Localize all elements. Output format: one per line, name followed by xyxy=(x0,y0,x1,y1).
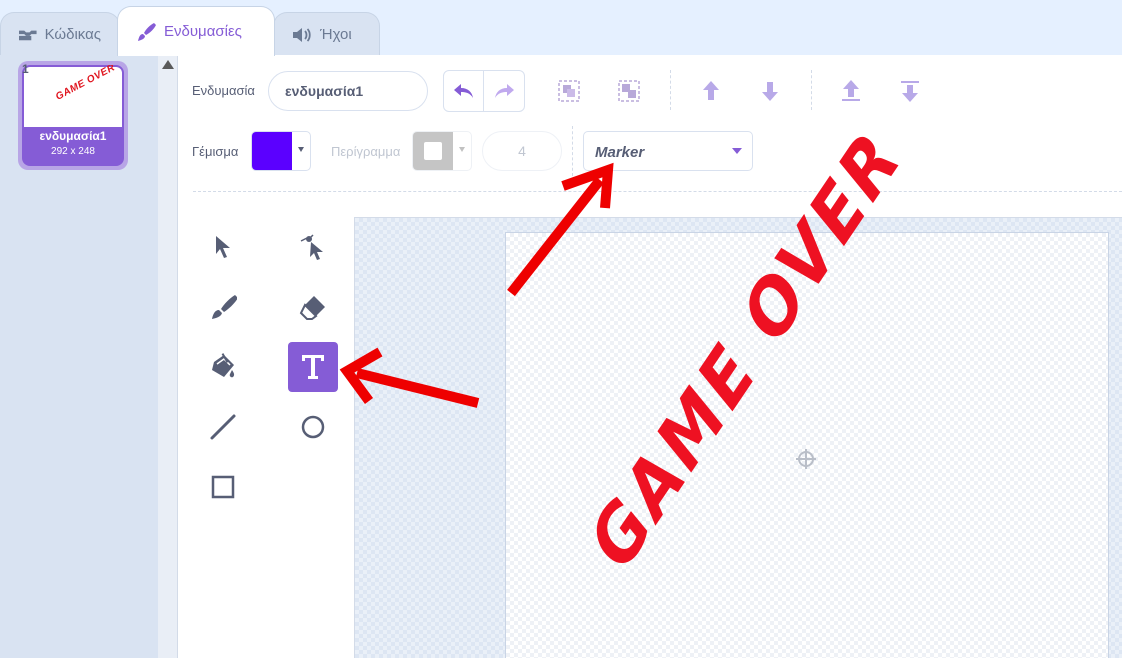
group-button[interactable] xyxy=(554,76,584,106)
outline-caret-icon xyxy=(459,147,465,152)
center-crosshair-icon xyxy=(796,449,816,469)
tab-code-label: Κώδικας xyxy=(44,26,101,43)
costume-thumbnail-text: GAME OVER xyxy=(54,65,118,103)
front-button[interactable] xyxy=(836,76,866,106)
backward-button[interactable] xyxy=(755,76,785,106)
redo-icon xyxy=(495,84,514,98)
costume-item-name: ενδυμασία1 xyxy=(39,129,107,143)
scroll-up-arrow-icon[interactable] xyxy=(162,60,174,69)
tool-line[interactable] xyxy=(198,402,248,452)
reshape-icon xyxy=(300,234,323,260)
costume-item-index: 1 xyxy=(22,62,29,76)
select-arrow-icon xyxy=(216,236,230,258)
circle-icon xyxy=(301,415,325,439)
fill-label: Γέμισμα xyxy=(192,144,239,159)
costume-name-label: Ενδυμασία xyxy=(192,83,255,98)
undo-redo-group xyxy=(443,70,525,112)
costume-name-input[interactable]: ενδυμασία1 xyxy=(268,71,428,111)
undo-icon xyxy=(453,84,473,98)
sidebar-scrollbar[interactable] xyxy=(158,55,178,658)
brush-icon xyxy=(212,295,237,319)
group-icon xyxy=(558,80,580,102)
back-button[interactable] xyxy=(895,76,925,106)
tool-select[interactable] xyxy=(198,222,248,272)
costume-item[interactable]: GAME OVER ενδυμασία1 292 x 248 1 xyxy=(18,61,128,170)
rectangle-icon xyxy=(211,475,235,499)
tool-brush[interactable] xyxy=(198,282,248,332)
tool-rectangle[interactable] xyxy=(198,462,248,512)
paintbrush-icon xyxy=(138,22,156,41)
annotation-arrow-text-tool xyxy=(339,347,480,408)
annotation-arrow-font xyxy=(507,162,614,297)
undo-button[interactable] xyxy=(444,71,484,111)
code-blocks-icon xyxy=(19,30,37,40)
tab-sounds[interactable]: Ήχοι xyxy=(273,12,380,56)
tool-circle[interactable] xyxy=(288,402,338,452)
toolbar-divider xyxy=(193,191,1122,192)
costume-item-size: 292 x 248 xyxy=(51,146,95,157)
fill-caret-icon xyxy=(298,147,304,152)
outline-color-picker[interactable] xyxy=(412,131,472,171)
tab-code[interactable]: Κώδικας xyxy=(0,12,120,56)
fill-color-swatch xyxy=(252,132,292,170)
tool-eraser[interactable] xyxy=(288,282,338,332)
tab-sounds-label: Ήχοι xyxy=(320,26,352,43)
tool-text[interactable] xyxy=(288,342,338,392)
arrow-up-icon xyxy=(703,81,719,100)
send-to-back-icon xyxy=(901,81,919,102)
tab-costumes[interactable]: Ενδυμασίες xyxy=(117,6,275,56)
outline-label: Περίγραμμα xyxy=(331,144,401,159)
costume-item-body: GAME OVER ενδυμασία1 292 x 248 xyxy=(22,65,124,166)
redo-button[interactable] xyxy=(484,71,524,111)
tab-costumes-label: Ενδυμασίες xyxy=(164,23,242,40)
text-icon xyxy=(302,355,324,379)
tool-fill[interactable] xyxy=(198,342,248,392)
speaker-icon xyxy=(293,27,311,42)
costume-thumbnail: GAME OVER xyxy=(24,65,122,127)
ungroup-button[interactable] xyxy=(614,76,644,106)
forward-button[interactable] xyxy=(696,76,726,106)
tool-reshape[interactable] xyxy=(288,222,338,272)
fill-bucket-icon xyxy=(212,353,235,378)
arrow-down-icon xyxy=(762,82,778,101)
line-icon xyxy=(210,414,236,440)
bring-to-front-icon xyxy=(842,80,860,101)
eraser-icon xyxy=(299,296,325,320)
ungroup-icon xyxy=(618,80,640,102)
chevron-down-icon xyxy=(732,148,742,154)
fill-color-picker[interactable] xyxy=(251,131,311,171)
